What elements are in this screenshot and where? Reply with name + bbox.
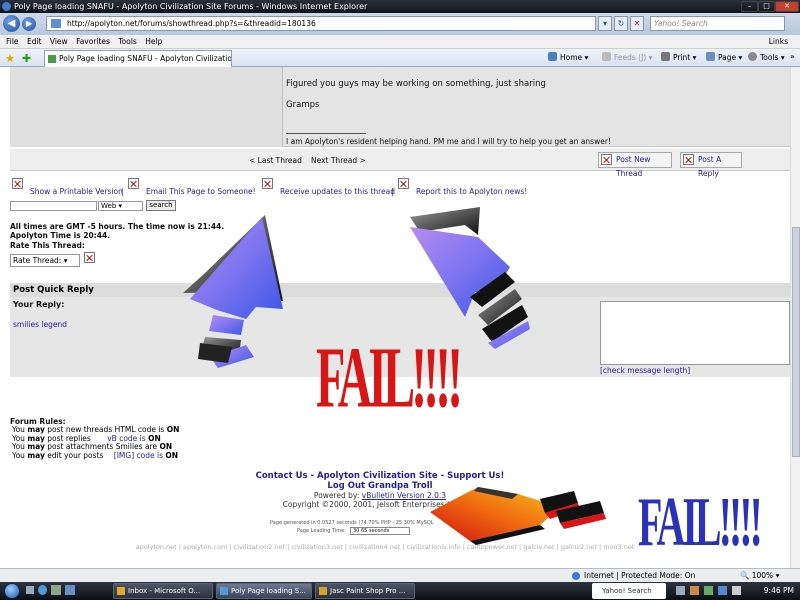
print-button[interactable]: Print ▾ bbox=[661, 52, 696, 64]
address-field[interactable]: http://apolyton.net/forums/showthread.ph… bbox=[46, 16, 596, 31]
home-button[interactable]: Home ▾ bbox=[548, 52, 588, 64]
gear-icon bbox=[748, 52, 757, 61]
window-titlebar: Poly Page loading SNAFU - Apolyton Civil… bbox=[0, 0, 800, 13]
task-label: Poly Page loading S... bbox=[231, 587, 306, 595]
tab-bar: ★ ✚ Poly Page loading SNAFU - Apolyton C… bbox=[0, 49, 800, 67]
tray-icon[interactable] bbox=[690, 586, 699, 595]
address-url: http://apolyton.net/forums/showthread.ph… bbox=[67, 19, 316, 28]
home-icon bbox=[548, 52, 557, 61]
tools-menu-button[interactable]: Tools ▾ bbox=[748, 52, 785, 64]
task-label: Jasc Paint Shop Pro ... bbox=[330, 587, 406, 595]
ie-icon bbox=[2, 2, 11, 11]
add-favorites-icon[interactable]: ✚ bbox=[22, 52, 31, 65]
arrow-left-graphic bbox=[183, 215, 283, 368]
paintshop-icon bbox=[319, 587, 327, 595]
page-menu-button[interactable]: Page ▾ bbox=[706, 52, 742, 64]
window-title: Poly Page loading SNAFU - Apolyton Civil… bbox=[14, 2, 368, 11]
task-ie[interactable]: Poly Page loading S... bbox=[216, 583, 312, 599]
maximize-button[interactable]: □ bbox=[758, 1, 775, 12]
menu-help[interactable]: Help bbox=[145, 35, 162, 49]
toolbar-overflow-icon[interactable]: » bbox=[790, 52, 795, 61]
ie-quicklaunch-icon[interactable] bbox=[38, 585, 47, 595]
refresh-icon[interactable]: ↻ bbox=[614, 16, 628, 31]
page-content: Figured you guys may be working on somet… bbox=[0, 67, 790, 568]
page-icon bbox=[706, 52, 715, 61]
print-label: Print bbox=[673, 53, 691, 62]
network-icon[interactable] bbox=[718, 586, 727, 595]
task-label: Inbox - Microsoft O... bbox=[128, 587, 201, 595]
zoom-level[interactable]: 🔍 100% ▾ bbox=[740, 569, 779, 582]
fail-text-red: FAIL!!!! bbox=[316, 330, 463, 427]
show-desktop-icon[interactable] bbox=[26, 586, 34, 594]
search-placeholder: Yahoo! Search bbox=[654, 19, 708, 28]
feeds-icon bbox=[602, 52, 611, 61]
menu-edit[interactable]: Edit bbox=[27, 35, 42, 49]
scrollbar-thumb[interactable] bbox=[792, 227, 800, 457]
status-bar: Internet | Protected Mode: On 🔍 100% ▾ bbox=[0, 568, 800, 582]
address-bar-row: ◀ ▶ http://apolyton.net/forums/showthrea… bbox=[0, 13, 800, 35]
quicklaunch-icon[interactable] bbox=[65, 585, 75, 595]
tab-current[interactable]: Poly Page loading SNAFU - Apolyton Civil… bbox=[44, 50, 232, 67]
tab-title: Poly Page loading SNAFU - Apolyton Civil… bbox=[59, 54, 232, 63]
home-label: Home bbox=[560, 53, 583, 62]
task-outlook[interactable]: Inbox - Microsoft O... bbox=[113, 583, 213, 599]
address-dropdown-icon[interactable]: ▾ bbox=[598, 16, 612, 31]
menu-file[interactable]: File bbox=[6, 35, 19, 49]
ie-icon bbox=[220, 587, 228, 595]
arrow-bottom-graphic bbox=[430, 487, 606, 545]
stop-icon[interactable]: ✕ bbox=[630, 16, 644, 31]
taskbar-yahoo-search[interactable]: Yahoo! Search bbox=[592, 583, 666, 599]
menu-tools[interactable]: Tools bbox=[118, 35, 136, 49]
page-scrollbar[interactable] bbox=[790, 67, 800, 568]
tray-icon[interactable] bbox=[676, 586, 685, 595]
search-input[interactable]: Yahoo! Search bbox=[650, 16, 785, 31]
print-icon bbox=[661, 52, 670, 61]
tab-page-icon bbox=[48, 55, 56, 63]
taskbar-yahoo-label: Yahoo! Search bbox=[602, 587, 652, 595]
zoom-value: 100% bbox=[751, 571, 774, 580]
menu-favorites[interactable]: Favorites bbox=[76, 35, 110, 49]
page-label: Page bbox=[718, 53, 737, 62]
globe-icon bbox=[572, 572, 580, 580]
start-button[interactable] bbox=[4, 583, 20, 599]
system-clock[interactable]: 9:46 PM bbox=[764, 583, 794, 599]
menu-view[interactable]: View bbox=[50, 35, 68, 49]
close-button[interactable]: ✕ bbox=[775, 1, 799, 12]
windows-taskbar: Inbox - Microsoft O... Poly Page loading… bbox=[0, 582, 800, 600]
tools-label: Tools bbox=[760, 53, 779, 62]
volume-icon[interactable] bbox=[732, 586, 741, 595]
forward-button[interactable]: ▶ bbox=[22, 17, 36, 31]
quicklaunch-icon[interactable] bbox=[51, 585, 61, 595]
fail-text-blue: FAIL!!!! bbox=[638, 481, 763, 561]
task-paintshop[interactable]: Jasc Paint Shop Pro ... bbox=[315, 583, 415, 599]
feeds-label: Feeds (J) bbox=[614, 53, 647, 62]
arrow-right-graphic bbox=[410, 207, 530, 349]
favorites-star-icon[interactable]: ★ bbox=[5, 52, 15, 65]
back-button[interactable]: ◀ bbox=[3, 15, 20, 32]
links-label[interactable]: Links bbox=[769, 35, 788, 49]
security-zone[interactable]: Internet | Protected Mode: On bbox=[584, 569, 695, 582]
menu-bar: File Edit View Favorites Tools Help Link… bbox=[0, 35, 800, 49]
page-icon bbox=[51, 19, 61, 28]
tray-icon[interactable] bbox=[704, 586, 713, 595]
feeds-button[interactable]: Feeds (J) ▾ bbox=[602, 52, 652, 64]
outlook-icon bbox=[117, 587, 125, 595]
minimize-button[interactable]: – bbox=[741, 1, 758, 12]
